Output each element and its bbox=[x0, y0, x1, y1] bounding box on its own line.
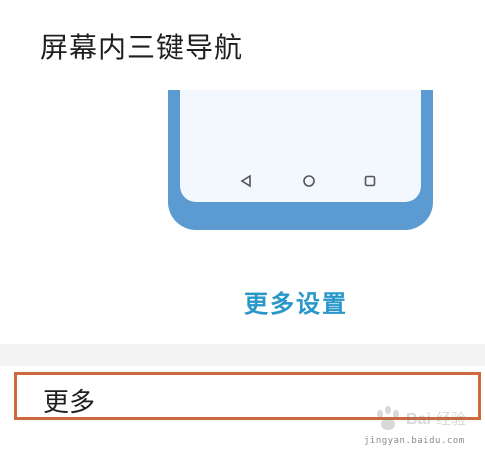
recent-square-icon bbox=[364, 175, 376, 187]
svg-text:经验: 经验 bbox=[436, 410, 466, 428]
back-triangle-icon bbox=[240, 174, 251, 188]
more-list-item-label: 更多 bbox=[43, 388, 96, 418]
svg-text:Bai: Bai bbox=[406, 411, 431, 428]
phone-preview bbox=[168, 90, 433, 230]
home-circle-icon bbox=[303, 175, 315, 187]
watermark-url: jingyan.baidu.com bbox=[364, 436, 465, 446]
section-divider bbox=[0, 344, 485, 366]
navigation-settings-screen: 屏幕内三键导航 更多设置 更多 Bai 经验 jingyan.baidu.com bbox=[0, 0, 485, 454]
more-settings-link[interactable]: 更多设置 bbox=[244, 284, 348, 319]
navigation-option-title[interactable]: 屏幕内三键导航 bbox=[40, 26, 243, 66]
phone-screen bbox=[180, 90, 421, 202]
